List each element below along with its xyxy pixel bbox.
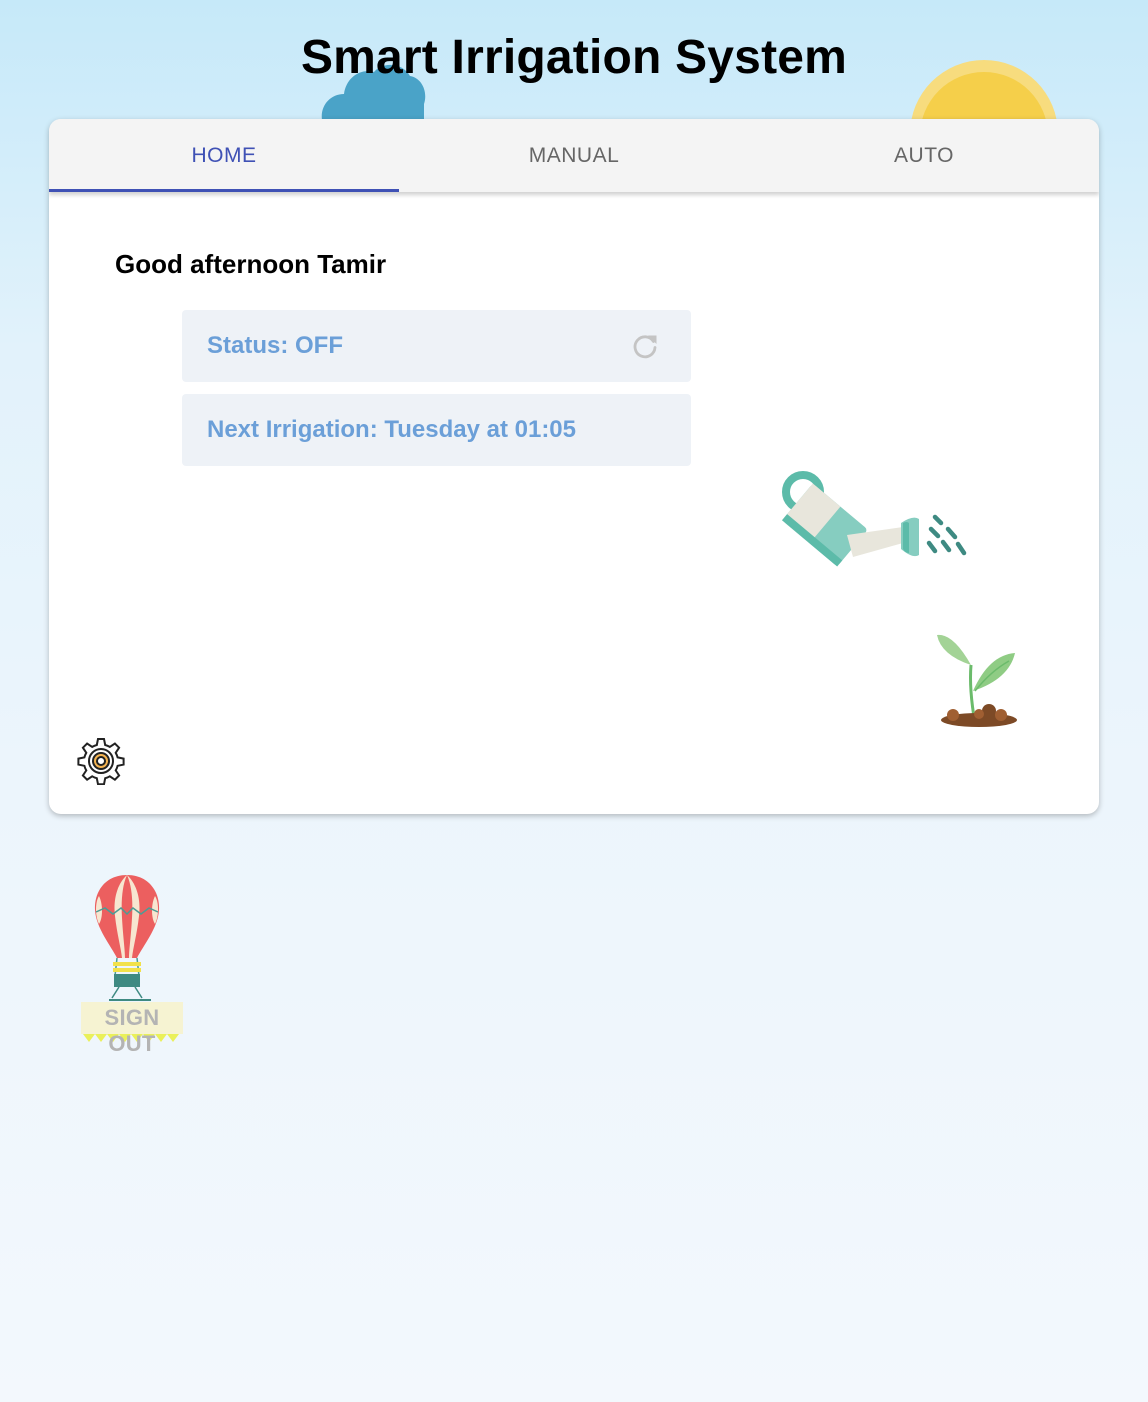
sprout-icon	[937, 634, 1017, 727]
watering-can-icon	[781, 471, 967, 567]
tab-auto[interactable]: AUTO	[749, 119, 1099, 192]
main-card: HOME MANUAL AUTO Good afternoon Tamir St…	[49, 119, 1099, 814]
next-irrigation-text: Next Irrigation: Tuesday at 01:05	[207, 416, 576, 443]
hot-air-balloon-icon	[94, 875, 160, 1001]
greeting-text: Good afternoon Tamir	[115, 249, 387, 279]
tab-home[interactable]: HOME	[49, 119, 399, 192]
refresh-icon[interactable]	[631, 332, 659, 360]
app-title: Smart Irrigation System	[300, 31, 848, 84]
next-irrigation-panel: Next Irrigation: Tuesday at 01:05	[182, 394, 691, 466]
sign-out-label: SIGN OUT	[104, 1005, 160, 1056]
sign-out-button[interactable]: SIGN OUT	[79, 872, 185, 1056]
status-panel: Status: OFF	[182, 310, 691, 382]
tab-bar: HOME MANUAL AUTO	[49, 119, 1099, 192]
status-text: Status: OFF	[207, 332, 343, 359]
tab-manual[interactable]: MANUAL	[399, 119, 749, 192]
gear-icon[interactable]	[77, 737, 125, 785]
